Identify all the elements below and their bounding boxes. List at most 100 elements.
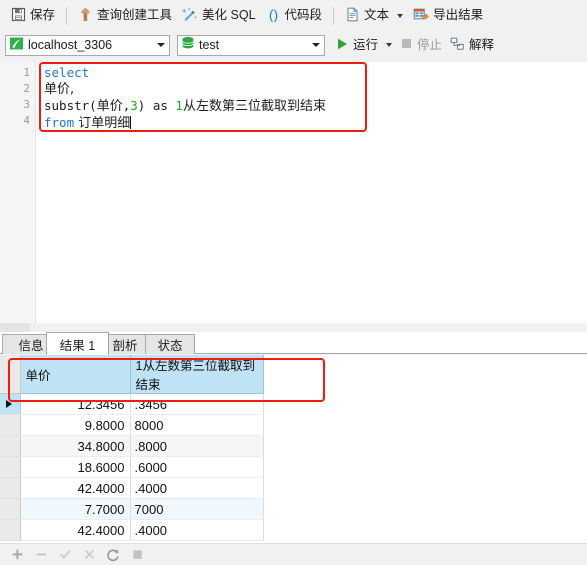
navicat-query-editor-window: 保存 查询创建工具 美化 SQL () 代码段 文本 导出结果 localhos… [0, 0, 587, 565]
row-selector[interactable] [0, 414, 21, 436]
sql-as-keyword: as [145, 98, 176, 113]
apply-change-button[interactable] [54, 546, 76, 564]
save-button[interactable]: 保存 [6, 4, 60, 28]
delete-record-button[interactable] [30, 546, 52, 564]
sql-code-area[interactable]: select 单价, substr(单价,3) as 1从左数第三位截取到结束 … [44, 62, 564, 132]
cell-alias[interactable]: .3456 [130, 393, 264, 415]
connection-value: localhost_3306 [28, 38, 113, 52]
refresh-button[interactable] [102, 546, 124, 564]
sql-column-danjia: 单价, [44, 82, 75, 97]
cell-danjia[interactable]: 7.7000 [20, 498, 131, 520]
cell-danjia[interactable]: 18.6000 [20, 456, 131, 478]
chevron-down-icon[interactable] [397, 13, 404, 18]
row-selector[interactable] [0, 393, 21, 415]
cell-danjia[interactable]: 12.3456 [20, 393, 131, 415]
sql-alias-text: 从左数第三位截取到结束 [182, 99, 326, 114]
save-label: 保存 [30, 8, 56, 23]
connection-icon [9, 36, 24, 54]
stop-label: 停止 [417, 37, 443, 52]
row-selector[interactable] [0, 477, 21, 499]
export-result-button[interactable]: 导出结果 [408, 4, 488, 28]
plus-icon [12, 549, 22, 560]
stop-loading-button[interactable] [126, 546, 148, 564]
text-view-button[interactable]: 文本 [340, 4, 408, 28]
row-selector[interactable] [0, 456, 21, 478]
explain-button[interactable]: 解释 [446, 34, 498, 56]
cell-alias[interactable]: .8000 [130, 435, 264, 457]
sql-keyword-select: select [44, 65, 90, 80]
text-cursor [130, 116, 132, 129]
row-selector[interactable] [0, 435, 21, 457]
result-table: 单价 1从左数第三位截取到结束 12.3456 .3456 9.8000 800… [0, 355, 264, 541]
line-number: 1 [23, 66, 30, 79]
row-header-corner [0, 355, 21, 394]
stop-square-icon [400, 37, 413, 53]
database-dropdown-arrow[interactable] [308, 36, 324, 55]
stop-square-icon [132, 550, 142, 559]
cell-alias[interactable]: .6000 [130, 456, 264, 478]
sql-number-3: 3 [130, 98, 138, 113]
cell-danjia[interactable]: 34.8000 [20, 435, 131, 457]
query-builder-label: 查询创建工具 [97, 8, 173, 23]
run-play-icon [335, 37, 349, 54]
code-snippet-button[interactable]: () 代码段 [261, 4, 328, 28]
cell-alias[interactable]: 7000 [130, 498, 264, 520]
run-chevron-down-icon[interactable] [386, 43, 393, 47]
panel-splitter[interactable] [0, 323, 587, 332]
cell-alias[interactable]: 8000 [130, 414, 264, 436]
tab-profile-label: 剖析 [112, 339, 138, 353]
table-row[interactable]: 18.6000 .6000 [0, 456, 264, 478]
table-row[interactable]: 42.4000 .4000 [0, 519, 264, 541]
sql-keyword-from: from [44, 115, 75, 130]
svg-text:(): () [268, 7, 277, 22]
tab-info-label: 信息 [18, 339, 44, 353]
tab-status[interactable]: 状态 [145, 334, 195, 354]
splitter-handle[interactable] [0, 323, 30, 332]
cell-alias[interactable]: .4000 [130, 519, 264, 541]
query-builder-icon [78, 7, 93, 25]
sql-editor-panel[interactable]: 1 2 3 4 select 单价, substr(单价,3) as 1从左数第… [0, 59, 587, 323]
query-builder-button[interactable]: 查询创建工具 [73, 4, 177, 28]
line-number: 4 [23, 114, 30, 127]
text-view-label: 文本 [364, 8, 390, 23]
table-row[interactable]: 9.8000 8000 [0, 414, 264, 436]
result-tab-bar: 信息 结果 1 剖析 状态 [0, 332, 587, 355]
toolbar-separator-1 [66, 6, 68, 25]
cancel-change-button[interactable] [78, 546, 100, 564]
code-snippet-label: 代码段 [284, 8, 323, 23]
tab-status-label: 状态 [157, 339, 183, 353]
sql-alias-number: 1 [175, 98, 183, 113]
table-row[interactable]: 12.3456 .3456 [0, 393, 264, 415]
stop-button[interactable]: 停止 [396, 34, 446, 56]
record-navigation-bar [0, 543, 587, 565]
cell-danjia[interactable]: 42.4000 [20, 519, 131, 541]
database-icon [181, 36, 195, 54]
cell-alias[interactable]: .4000 [130, 477, 264, 499]
save-icon [11, 7, 26, 25]
row-selector[interactable] [0, 498, 21, 520]
code-snippet-icon: () [266, 6, 281, 25]
tab-result-1[interactable]: 结果 1 [46, 332, 109, 355]
explain-icon [450, 37, 465, 54]
connection-selector[interactable]: localhost_3306 [5, 34, 170, 56]
column-header-danjia[interactable]: 单价 [20, 355, 131, 394]
result-grid[interactable]: 单价 1从左数第三位截取到结束 12.3456 .3456 9.8000 800… [0, 355, 587, 543]
line-number: 2 [23, 82, 30, 95]
export-result-label: 导出结果 [433, 8, 484, 23]
explain-label: 解释 [469, 37, 495, 52]
beautify-sql-button[interactable]: 美化 SQL [177, 4, 261, 28]
table-row[interactable]: 34.8000 .8000 [0, 435, 264, 457]
cell-danjia[interactable]: 9.8000 [20, 414, 131, 436]
column-header-alias[interactable]: 1从左数第三位截取到结束 [130, 355, 264, 394]
run-label: 运行 [353, 37, 379, 52]
editor-line-number-gutter: 1 2 3 4 [0, 62, 36, 323]
database-selector[interactable]: test [177, 34, 325, 56]
row-selector[interactable] [0, 519, 21, 541]
add-record-button[interactable] [6, 546, 28, 564]
cell-danjia[interactable]: 42.4000 [20, 477, 131, 499]
run-button[interactable]: 运行 [331, 34, 396, 56]
table-row[interactable]: 7.7000 7000 [0, 498, 264, 520]
check-icon [59, 550, 71, 559]
table-row[interactable]: 42.4000 .4000 [0, 477, 264, 499]
connection-dropdown-arrow[interactable] [153, 36, 169, 55]
